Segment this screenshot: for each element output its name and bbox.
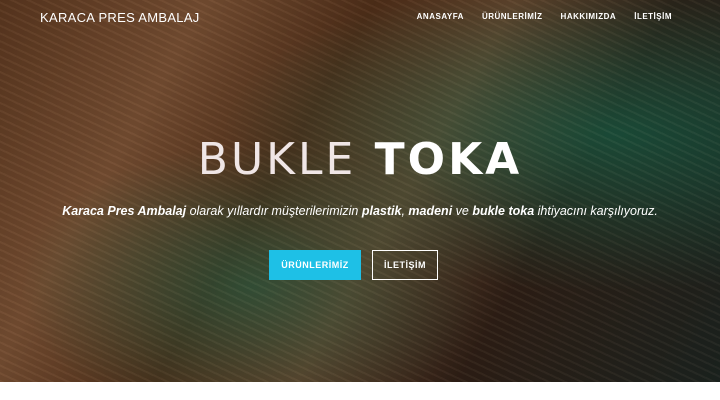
- desc-text-4: ihtiyacını karşılıyoruz.: [534, 204, 658, 218]
- desc-madeni: madeni: [408, 204, 453, 218]
- desc-text-3: ve: [452, 204, 473, 218]
- desc-plastik: plastik: [361, 204, 402, 218]
- desc-company: Karaca Pres Ambalaj: [62, 204, 187, 218]
- hero-content: BUKLE TOKA Karaca Pres Ambalaj olarak yı…: [0, 0, 720, 382]
- page-bottom-strip: [0, 382, 720, 400]
- hero-title: BUKLE TOKA: [0, 134, 720, 185]
- hero-description: Karaca Pres Ambalaj olarak yıllardır müş…: [0, 204, 720, 218]
- hero-title-part1: BUKLE: [197, 134, 357, 185]
- contact-button[interactable]: İLETİŞİM: [372, 250, 438, 280]
- desc-bukle-toka: bukle toka: [472, 204, 535, 218]
- hero-title-part2: TOKA: [374, 134, 523, 185]
- desc-text-1: olarak yıllardır müşterilerimizin: [186, 204, 362, 218]
- hero-section: KARACA PRES AMBALAJ ANASAYFA ÜRÜNLERİMİZ…: [0, 0, 720, 382]
- products-button[interactable]: ÜRÜNLERİMİZ: [269, 250, 361, 280]
